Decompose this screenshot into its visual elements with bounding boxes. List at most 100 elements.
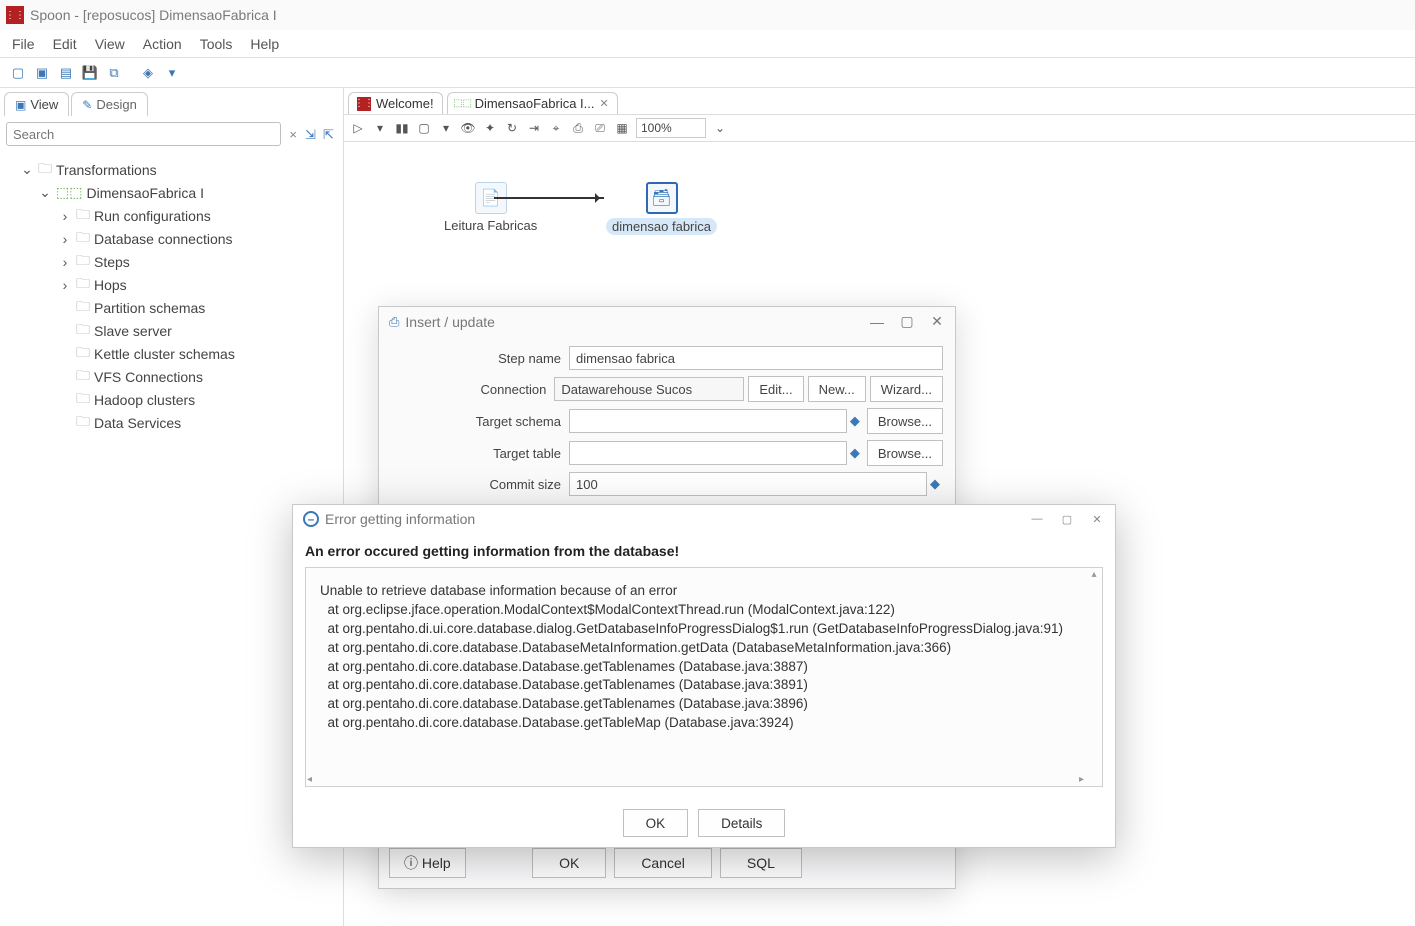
saveas-icon[interactable]: ⧉ — [106, 65, 122, 81]
tree-item[interactable]: 🗀VFS Connections — [4, 365, 339, 388]
chevron-right-icon[interactable]: › — [58, 277, 72, 293]
sql-button[interactable]: SQL — [720, 848, 802, 878]
close-icon[interactable]: ✕ — [1089, 513, 1105, 526]
stop-icon[interactable]: ▢ — [416, 121, 432, 135]
tree-item[interactable]: ›🗀Hops — [4, 273, 339, 296]
variable-icon[interactable]: ◆ — [847, 445, 863, 461]
scroll-right-icon[interactable]: ▸ — [1079, 774, 1084, 785]
connection-field[interactable] — [554, 377, 744, 401]
tree-item[interactable]: ›🗀Database connections — [4, 227, 339, 250]
hop-arrow[interactable] — [494, 197, 604, 199]
tree-item[interactable]: 🗀Partition schemas — [4, 296, 339, 319]
clear-search-icon[interactable]: × — [285, 127, 301, 142]
save-icon[interactable]: 💾 — [82, 65, 98, 81]
tree-root[interactable]: ⌄ 🗀 Transformations — [4, 158, 339, 181]
wizard-button[interactable]: Wizard... — [870, 376, 943, 402]
variable-icon[interactable]: ◆ — [847, 413, 863, 429]
debug-icon[interactable]: ✦ — [482, 121, 498, 135]
open-icon[interactable]: ▣ — [34, 65, 50, 81]
browse-table-button[interactable]: Browse... — [867, 440, 943, 466]
chevron-down-icon[interactable]: ⌄ — [20, 161, 34, 178]
tree-item[interactable]: 🗀Slave server — [4, 319, 339, 342]
chevron-right-icon[interactable]: › — [58, 254, 72, 270]
ok-button[interactable]: OK — [532, 848, 606, 878]
perspective-dd-icon[interactable]: ▾ — [164, 65, 180, 81]
menu-tools[interactable]: Tools — [200, 36, 233, 52]
zoom-input[interactable] — [636, 118, 706, 138]
step-label: Leitura Fabricas — [444, 218, 537, 233]
tree-item[interactable]: ›🗀Run configurations — [4, 204, 339, 227]
perspective-icon[interactable]: ◈ — [140, 65, 156, 81]
details-button[interactable]: Details — [698, 809, 785, 837]
explore-db-icon[interactable]: ⎚ — [592, 121, 608, 136]
explore-icon[interactable]: ▤ — [58, 65, 74, 81]
minimize-icon[interactable]: — — [869, 314, 885, 330]
menu-edit[interactable]: Edit — [53, 36, 77, 52]
variable-icon[interactable]: ◆ — [927, 476, 943, 492]
run-dd-icon[interactable]: ▾ — [372, 121, 388, 135]
tab-view[interactable]: ▣ View — [4, 92, 69, 116]
ok-button[interactable]: OK — [623, 809, 689, 837]
folder-icon: 🗀 — [76, 319, 90, 343]
chevron-right-icon[interactable]: › — [58, 208, 72, 224]
impact-icon[interactable]: ⌖ — [548, 121, 564, 136]
cancel-button[interactable]: Cancel — [614, 848, 712, 878]
step-name-field[interactable] — [569, 346, 943, 370]
menubar: File Edit View Action Tools Help — [0, 30, 1415, 58]
search-input[interactable] — [6, 122, 281, 146]
error-icon: – — [303, 511, 319, 527]
tab-design[interactable]: ✎ Design — [71, 92, 148, 116]
scroll-up-icon[interactable]: ▴ — [1087, 569, 1101, 585]
edit-button[interactable]: Edit... — [748, 376, 803, 402]
folder-icon: 🗀 — [76, 342, 90, 366]
error-footer: OK Details — [293, 799, 1115, 847]
minimize-icon[interactable]: — — [1029, 513, 1045, 525]
tree-item[interactable]: 🗀Kettle cluster schemas — [4, 342, 339, 365]
step-leitura-fabricas[interactable]: 📄 Leitura Fabricas — [444, 182, 537, 233]
tab-design-label: Design — [96, 97, 136, 112]
preview-icon[interactable]: 👁 — [460, 121, 476, 135]
verify-icon[interactable]: ⇥ — [526, 121, 542, 135]
label-connection: Connection — [391, 382, 554, 397]
zoom-dd-icon[interactable]: ⌄ — [712, 121, 728, 135]
collapse-all-icon[interactable]: ⇱ — [323, 127, 337, 141]
editor-toolbar: ▷ ▾ ▮▮ ▢ ▾ 👁 ✦ ↻ ⇥ ⌖ ⎙ ⎚ ▦ ⌄ — [344, 115, 1415, 142]
close-icon[interactable]: ✕ — [929, 313, 945, 330]
menu-file[interactable]: File — [12, 36, 35, 52]
tab-view-label: View — [30, 97, 58, 112]
tab-transformation[interactable]: ⬚⬚ DimensaoFabrica I... ✕ — [447, 92, 618, 114]
chevron-right-icon[interactable]: › — [58, 231, 72, 247]
folder-icon: 🗀 — [76, 227, 90, 251]
schema-field[interactable] — [569, 409, 847, 433]
new-button[interactable]: New... — [808, 376, 866, 402]
maximize-icon[interactable]: ▢ — [1059, 513, 1075, 526]
help-button[interactable]: ⓘ Help — [389, 848, 466, 878]
new-icon[interactable]: ▢ — [10, 65, 26, 81]
label-step-name: Step name — [391, 351, 569, 366]
menu-help[interactable]: Help — [250, 36, 279, 52]
replay-icon[interactable]: ↻ — [504, 121, 520, 135]
chevron-down-icon[interactable]: ⌄ — [38, 184, 52, 201]
tree-item[interactable]: 🗀Data Services — [4, 411, 339, 434]
scroll-left-icon[interactable]: ◂ — [307, 774, 312, 785]
run-icon[interactable]: ▷ — [350, 121, 366, 135]
commit-field[interactable] — [569, 472, 927, 496]
tree-trans[interactable]: ⌄ ⬚⬚ DimensaoFabrica I — [4, 181, 339, 204]
menu-view[interactable]: View — [95, 36, 125, 52]
expand-all-icon[interactable]: ⇲ — [305, 127, 319, 141]
table-field[interactable] — [569, 441, 847, 465]
close-tab-icon[interactable]: ✕ — [600, 97, 609, 110]
maximize-icon[interactable]: ▢ — [899, 313, 915, 330]
transformation-icon: ⬚⬚ — [56, 184, 82, 201]
browse-schema-button[interactable]: Browse... — [867, 408, 943, 434]
tab-welcome[interactable]: ⋮⋮ Welcome! — [348, 92, 443, 114]
stop-dd-icon[interactable]: ▾ — [438, 121, 454, 135]
sql-icon[interactable]: ⎙ — [570, 121, 586, 136]
menu-action[interactable]: Action — [143, 36, 182, 52]
tree-item[interactable]: 🗀Hadoop clusters — [4, 388, 339, 411]
pause-icon[interactable]: ▮▮ — [394, 121, 410, 135]
tree-item[interactable]: ›🗀Steps — [4, 250, 339, 273]
show-results-icon[interactable]: ▦ — [614, 121, 630, 135]
error-stack[interactable]: Unable to retrieve database information … — [306, 568, 1102, 747]
step-dimensao-fabrica[interactable]: 🗃 dimensao fabrica — [606, 182, 717, 235]
